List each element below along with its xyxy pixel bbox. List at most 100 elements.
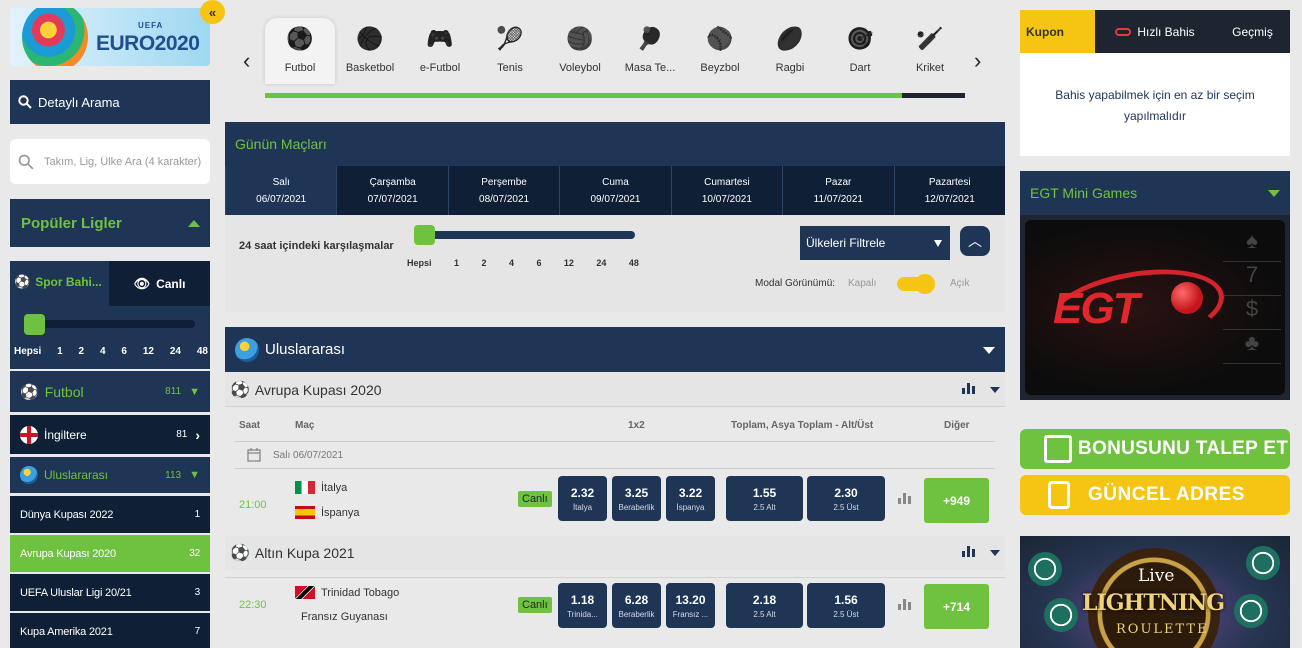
- range-tick[interactable]: 1: [454, 258, 459, 268]
- stats-icon[interactable]: [962, 546, 975, 557]
- range-tick[interactable]: Hepsi: [407, 258, 432, 268]
- day-tab-6[interactable]: Pazartesi 12/07/2021: [893, 166, 1005, 215]
- mobile-phone-icon: [1048, 481, 1070, 509]
- range-tick[interactable]: 6: [536, 258, 541, 268]
- range-tick[interactable]: 12: [564, 258, 574, 268]
- more-markets-button[interactable]: +714: [924, 584, 989, 629]
- sport-tab-2[interactable]: 🎮 e-Futbol: [405, 18, 475, 84]
- sidebar-item-england[interactable]: İngiltere 81 ›: [10, 415, 210, 454]
- odd-button-over[interactable]: 2.30 2.5 Üst: [807, 476, 885, 521]
- tab-live[interactable]: 👁 Canlı: [109, 261, 210, 306]
- match-row[interactable]: 22:30 Trinidad Tobago Fransız Guyanası C…: [225, 577, 1005, 640]
- range-tick[interactable]: 2: [481, 258, 486, 268]
- league-item-nations-league[interactable]: UEFA Uluslar Ligi 20/21 3: [10, 574, 210, 611]
- chevron-down-icon[interactable]: [983, 347, 995, 354]
- range-tick[interactable]: 4: [509, 258, 514, 268]
- tab-quick-bet[interactable]: Hızlı Bahis: [1095, 10, 1215, 53]
- tab-coupon[interactable]: Kupon: [1020, 10, 1095, 53]
- match-row[interactable]: 21:00 İtalya İspanya Canlı 2.32 İtalya 3.…: [225, 476, 1005, 536]
- odd-label: Fransız ...: [672, 609, 709, 619]
- detailed-search-button[interactable]: Detaylı Arama: [10, 80, 210, 124]
- odd-button-draw[interactable]: 6.28 Beraberlik: [612, 583, 661, 628]
- time-range-ticks: Hepsi 1 2 4 6 12 24 48: [14, 346, 208, 357]
- odds-column-header: Saat Maç 1x2 Toplam, Asya Toplam - Alt/Ü…: [225, 407, 1005, 441]
- range-tick[interactable]: 6: [121, 346, 127, 357]
- country-filter-select[interactable]: Ülkeleri Filtrele: [800, 226, 950, 260]
- odd-button-away[interactable]: 3.22 İspanya: [666, 476, 715, 521]
- odd-button-under[interactable]: 2.18 2.5 Alt: [726, 583, 803, 628]
- odd-button-over[interactable]: 1.56 2.5 Üst: [807, 583, 885, 628]
- league-item-count: 32: [189, 548, 200, 559]
- time-range-track[interactable]: [25, 320, 195, 328]
- league-item-world-cup[interactable]: Dünya Kupası 2022 1: [10, 496, 210, 533]
- sport-tab-6[interactable]: ⚾ Beyzbol: [685, 18, 755, 84]
- tab-history[interactable]: Geçmiş: [1215, 10, 1290, 53]
- chevron-down-icon[interactable]: [990, 550, 1000, 556]
- sidebar-item-international[interactable]: Uluslararası 113 ▼: [10, 457, 210, 493]
- range-tick[interactable]: 24: [170, 346, 181, 357]
- odd-button-home[interactable]: 2.32 İtalya: [558, 476, 607, 521]
- basketball-icon: 🏀: [356, 26, 384, 51]
- chevron-left-icon[interactable]: ‹: [243, 48, 250, 74]
- odd-button-home[interactable]: 1.18 Trinida...: [558, 583, 607, 628]
- sport-tab-8[interactable]: 🎯 Dart: [825, 18, 895, 84]
- day-tab-3[interactable]: Cuma 09/07/2021: [559, 166, 671, 215]
- league-header-gold-cup[interactable]: ⚽ Altın Kupa 2021: [225, 536, 1005, 570]
- collapse-sidebar-button[interactable]: «: [200, 0, 225, 24]
- euro2020-logo[interactable]: UEFA EURO2020: [10, 8, 210, 66]
- range-tick[interactable]: 48: [197, 346, 208, 357]
- day-tab-4[interactable]: Cumartesi 10/07/2021: [670, 166, 783, 215]
- day-tab-0[interactable]: Salı 06/07/2021: [225, 166, 337, 215]
- range-tick[interactable]: 24: [596, 258, 606, 268]
- hours-range-track[interactable]: [418, 231, 635, 239]
- sport-tab-7[interactable]: 🏉 Ragbi: [755, 18, 825, 84]
- odd-value: 1.18: [570, 592, 595, 607]
- tab-sport-bets[interactable]: ⚽ Spor Bahi...: [10, 261, 109, 306]
- claim-bonus-button[interactable]: BONUSUNU TALEP ET: [1020, 429, 1290, 469]
- sidebar-item-futbol[interactable]: ⚽ Futbol 811 ▼: [10, 371, 210, 412]
- gamepad-icon: 🎮: [426, 26, 454, 51]
- international-section-header[interactable]: Uluslararası: [225, 327, 1005, 372]
- day-tab-1[interactable]: Çarşamba 07/07/2021: [336, 166, 448, 215]
- lightning-roulette-banner[interactable]: Live LIGHTNING ROULETTE: [1020, 536, 1290, 648]
- range-tick[interactable]: 2: [79, 346, 85, 357]
- range-tick[interactable]: 1: [57, 346, 63, 357]
- modal-view-toggle[interactable]: [897, 274, 935, 294]
- collapse-filters-button[interactable]: ︿: [960, 226, 990, 256]
- range-tick[interactable]: 4: [100, 346, 106, 357]
- stats-icon[interactable]: [898, 599, 911, 610]
- more-markets-button[interactable]: +949: [924, 478, 989, 523]
- egt-title: EGT Mini Games: [1030, 185, 1138, 201]
- sport-tab-5[interactable]: 🏓 Masa Te...: [615, 18, 685, 84]
- current-address-button[interactable]: GÜNCEL ADRES: [1020, 475, 1290, 515]
- odd-button-draw[interactable]: 3.25 Beraberlik: [612, 476, 661, 521]
- egt-mini-games-header[interactable]: EGT Mini Games: [1020, 171, 1290, 215]
- popular-leagues-header[interactable]: Popüler Ligler: [10, 199, 210, 247]
- collapse-up-icon[interactable]: [188, 219, 200, 227]
- range-tick[interactable]: 48: [629, 258, 639, 268]
- league-item-euro-2020[interactable]: Avrupa Kupası 2020 32: [10, 535, 210, 572]
- day-tab-2[interactable]: Perşembe 08/07/2021: [447, 166, 560, 215]
- league-item-copa-america[interactable]: Kupa Amerika 2021 7: [10, 613, 210, 648]
- chevron-right-icon[interactable]: ›: [974, 48, 981, 74]
- stats-icon[interactable]: [962, 383, 975, 394]
- sport-tab-1[interactable]: 🏀 Basketbol: [335, 18, 405, 84]
- odd-button-away[interactable]: 13.20 Fransız ...: [666, 583, 715, 628]
- time-range-handle[interactable]: [24, 314, 45, 335]
- stats-icon[interactable]: [898, 493, 911, 504]
- sport-tab-4[interactable]: 🏐 Voleybol: [545, 18, 615, 84]
- sport-tab-0[interactable]: ⚽ Futbol: [265, 18, 335, 84]
- chevron-down-icon[interactable]: [1268, 189, 1280, 197]
- range-tick[interactable]: 12: [143, 346, 154, 357]
- sport-tab-9[interactable]: 🏏 Kriket: [895, 18, 965, 84]
- match-date: Salı 06/07/2021: [273, 449, 344, 461]
- league-header-euro[interactable]: ⚽ Avrupa Kupası 2020: [225, 373, 1005, 407]
- day-tab-5[interactable]: Pazar 11/07/2021: [782, 166, 894, 215]
- odd-button-under[interactable]: 1.55 2.5 Alt: [726, 476, 803, 521]
- sport-tab-3[interactable]: 🎾 Tenis: [475, 18, 545, 84]
- egt-banner[interactable]: ♠ 7 $ ♣ EGT: [1020, 215, 1290, 400]
- range-tick[interactable]: Hepsi: [14, 346, 41, 357]
- hours-range-handle[interactable]: [414, 225, 435, 245]
- chevron-down-icon[interactable]: [990, 387, 1000, 393]
- team-search-input[interactable]: Takım, Lig, Ülke Ara (4 karakter): [10, 139, 210, 184]
